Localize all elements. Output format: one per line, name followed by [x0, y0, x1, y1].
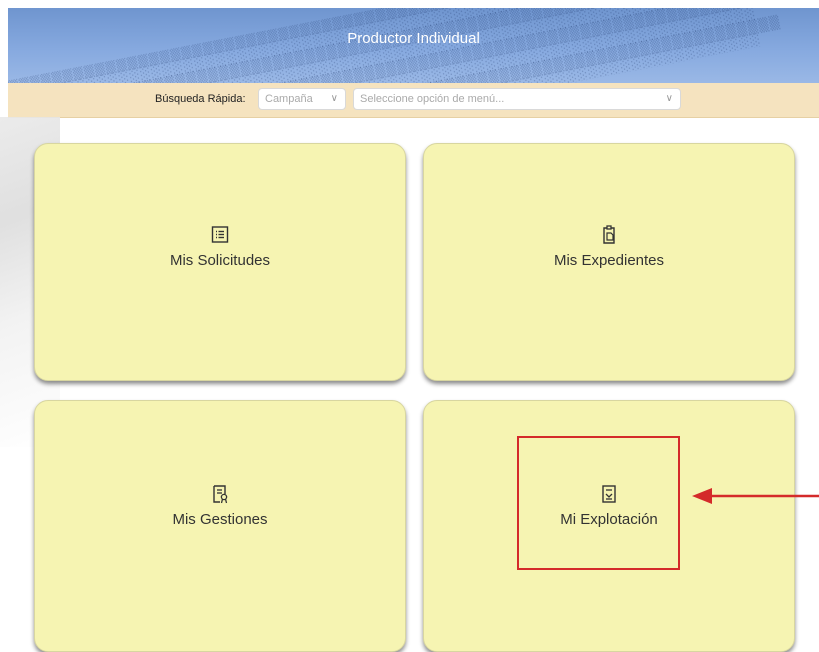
card-mis-expedientes[interactable]: Mis Expedientes: [423, 143, 795, 381]
card-mis-gestiones[interactable]: Mis Gestiones: [34, 400, 406, 652]
list-icon: [211, 226, 229, 243]
quick-search-bar: Búsqueda Rápida: Campaña ∨ Seleccione op…: [8, 83, 819, 118]
annotation-highlight-box: [517, 436, 680, 570]
annotation-arrow-icon: [692, 488, 819, 504]
clipboard-copy-icon: [603, 225, 615, 244]
card-label: Mis Gestiones: [172, 511, 268, 528]
chevron-down-icon: ∨: [665, 93, 673, 104]
card-label: Mis Solicitudes: [169, 252, 271, 269]
app-header: ▒▒▒▒▒▒▒▒▒▒▒▒▒▒▒▒▒▒▒▒▒▒▒▒▒▒▒▒▒▒▒▒▒▒▒▒▒▒▒▒…: [8, 8, 819, 83]
card-mis-solicitudes[interactable]: Mis Solicitudes: [34, 143, 406, 381]
campaign-select-value: Campaña: [265, 93, 313, 105]
certificate-icon: [213, 485, 228, 504]
card-label: Mis Expedientes: [553, 252, 665, 269]
campaign-select[interactable]: Campaña ∨: [258, 88, 346, 110]
menu-option-placeholder: Seleccione opción de menú...: [360, 93, 505, 105]
chevron-down-icon: ∨: [330, 93, 338, 104]
page-title: Productor Individual: [347, 30, 480, 47]
menu-option-select[interactable]: Seleccione opción de menú... ∨: [353, 88, 681, 110]
quick-search-label: Búsqueda Rápida:: [155, 93, 246, 105]
